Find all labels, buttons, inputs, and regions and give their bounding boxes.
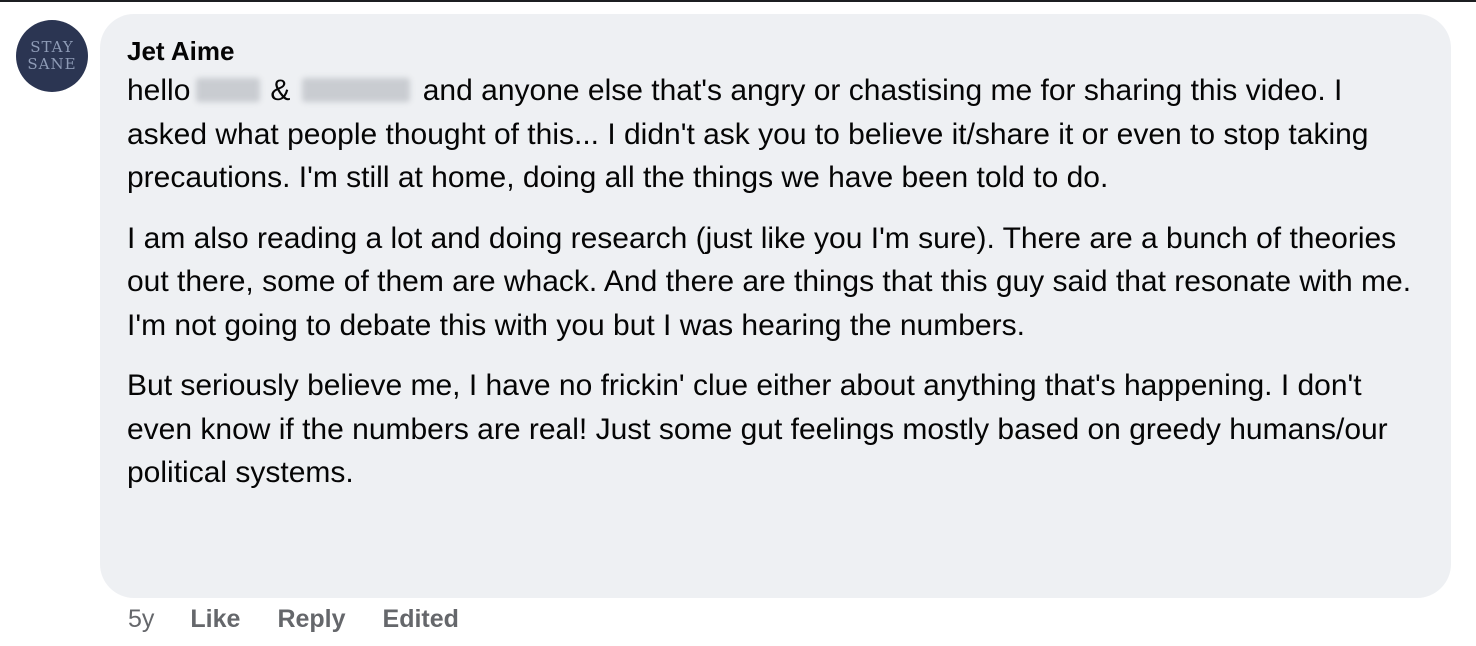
comment-text-part: hello (127, 74, 191, 107)
comment-bubble: Jet Aime hello & and anyone else that's a… (100, 14, 1451, 598)
comment-author[interactable]: Jet Aime (127, 36, 1423, 69)
avatar-text-line1: STAY (30, 38, 74, 56)
like-button[interactable]: Like (190, 605, 240, 634)
redacted-mention (302, 78, 411, 103)
edited-label[interactable]: Edited (383, 605, 459, 634)
avatar[interactable]: STAY SANE (16, 20, 88, 92)
reply-button[interactable]: Reply (277, 605, 345, 634)
redacted-mention (196, 78, 261, 103)
avatar-text-line2: SANE (27, 55, 77, 73)
comment-paragraph-2: I am also reading a lot and doing resear… (127, 221, 1412, 342)
comment-paragraph-3: But seriously believe me, I have no fric… (127, 369, 1388, 489)
comment-paragraph-1: hello & and anyone else that's angry or c… (127, 69, 1423, 200)
comment-text-part: & (270, 74, 291, 107)
top-divider (0, 0, 1476, 2)
comment-actions: 5y Like Reply Edited (128, 602, 459, 636)
comment-age[interactable]: 5y (128, 605, 154, 634)
